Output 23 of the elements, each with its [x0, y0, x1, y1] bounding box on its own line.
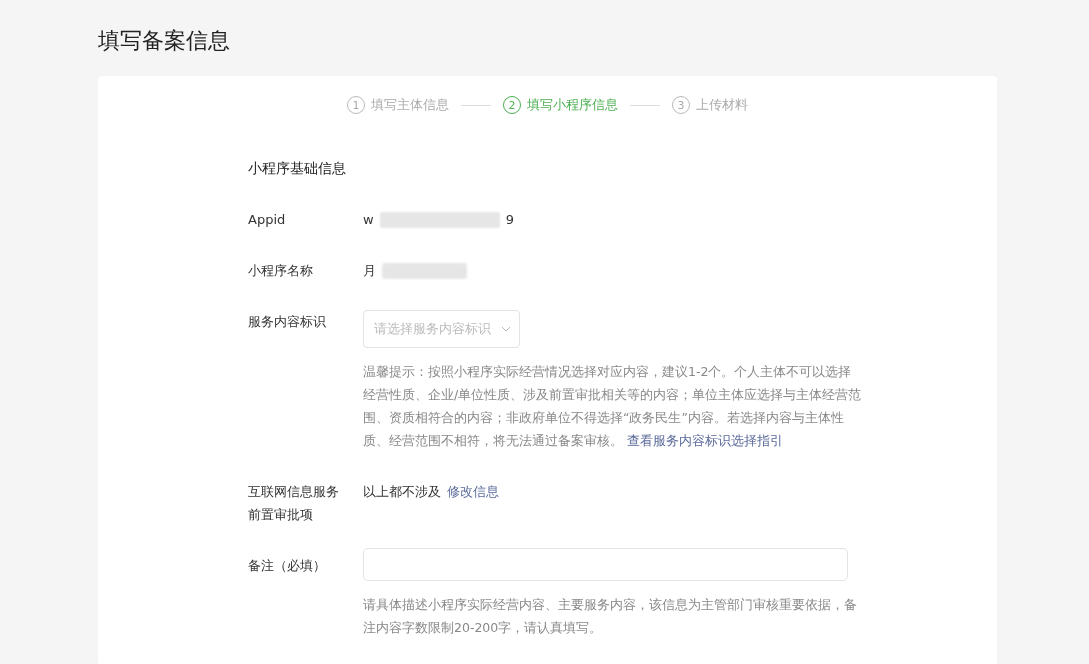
field-value: 以上都不涉及: [363, 483, 441, 501]
guide-link[interactable]: 查看服务内容标识选择指引: [627, 433, 783, 448]
field-value: 月: [363, 262, 376, 280]
step-tab[interactable]: 2 填写小程序信息: [503, 96, 618, 114]
chevron-down-icon: [501, 326, 511, 332]
hint-text: 请具体描述小程序实际经营内容、主要服务内容，该信息为主管部门审核重要依据，备注内容字数限制20-200字，请认真填写。: [363, 596, 858, 637]
section-title: 小程序基础信息: [248, 160, 346, 178]
field-label: 互联网信息服务前置审批项: [248, 483, 340, 524]
field-value: w: [363, 211, 374, 229]
remark-field[interactable]: [363, 548, 848, 581]
field-label: Appid: [248, 211, 287, 229]
step-connector: [630, 104, 660, 106]
step-tab[interactable]: 3 上传材料: [672, 96, 748, 114]
field-value: 9: [505, 211, 514, 229]
field-label: 服务内容标识: [248, 313, 327, 331]
edit-link[interactable]: 修改信息: [447, 480, 499, 503]
step-tab[interactable]: 1 填写主体信息: [347, 96, 449, 114]
service-select[interactable]: 请选择服务内容标识: [363, 310, 520, 348]
field-label: 备注（必填）: [248, 557, 327, 575]
field-label: 小程序名称: [248, 262, 314, 280]
page-title: 填写备案信息: [98, 27, 230, 55]
hint-text: 温馨提示：按照小程序实际经营情况选择对应内容，建议1-2个。个人主体不可以选择经营性质、企业/单位性质、涉及前置审批相关等的内容；单位主体应选择与主体经营范围、资质相符合的内容；非政府单位不得选择“政务民生”内容。若选择内容与主体性质、经营范围不相符，将无法通过备案审核。 查看服务内容标识选择指引: [363, 363, 863, 450]
step-connector: [461, 104, 491, 106]
